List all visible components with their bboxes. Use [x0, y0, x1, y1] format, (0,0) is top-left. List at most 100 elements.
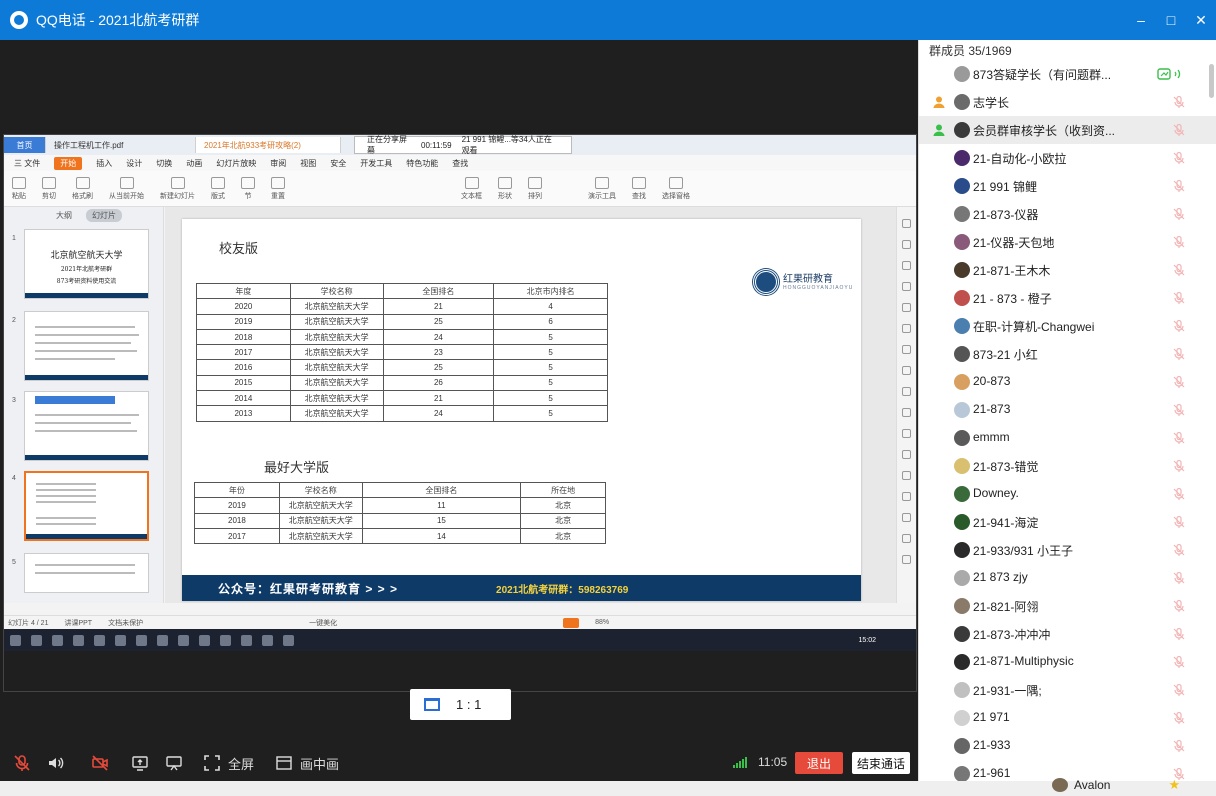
table-cell: 北京航空航天大学	[289, 405, 384, 422]
member-name: 873-21 小红	[973, 348, 1038, 362]
window-title: QQ电话 - 2021北航考研群	[36, 12, 200, 28]
fullscreen-button[interactable]: 全屏	[228, 754, 254, 773]
shared-screen: 首页 操作工程机工作.pdf 2021年北航933考研攻略(2) 正在分享屏幕 …	[3, 134, 917, 692]
member-row[interactable]: 志学长	[919, 88, 1216, 116]
member-row[interactable]: 20-873	[919, 368, 1216, 396]
minimize-button[interactable]: –	[1126, 0, 1156, 40]
thumb-line: 873考研资料使用交流	[56, 278, 117, 285]
member-row[interactable]: 21-仪器-天包地	[919, 228, 1216, 256]
table-row: 2018 北京航空航天大学 24 5	[196, 328, 608, 346]
table-cell: 北京航空航天大学	[289, 374, 384, 392]
mic-muted-icon	[1172, 487, 1186, 501]
member-name: 21-自动化-小欧拉	[973, 152, 1067, 166]
mic-muted-icon	[1172, 683, 1186, 697]
remote-clock: 15:02	[858, 636, 876, 644]
mic-muted-icon	[1172, 515, 1186, 529]
member-row[interactable]: 21-自动化-小欧拉	[919, 144, 1216, 172]
avatar	[954, 262, 970, 278]
member-row[interactable]: 873-21 小红	[919, 340, 1216, 368]
wps-status-bar: 幻灯片 4 / 21 讲课PPT 文档未保护 一键美化 88%	[4, 615, 916, 629]
member-row[interactable]: 21-873-仪器	[919, 200, 1216, 228]
chrome-icon	[241, 634, 252, 646]
member-row[interactable]: 21-821-阿翎	[919, 592, 1216, 620]
member-row[interactable]: 21-933	[919, 732, 1216, 760]
member-row[interactable]: 21 - 873 - 橙子	[919, 284, 1216, 312]
member-row[interactable]: 会员群审核学长（收到资...	[919, 116, 1216, 144]
title-bar: QQ电话 - 2021北航考研群 – □ ✕	[0, 0, 1216, 40]
mic-muted-icon[interactable]	[12, 753, 32, 773]
member-name: 会员群审核学长（收到资...	[973, 124, 1116, 138]
picture-in-picture-button[interactable]: 画中画	[300, 754, 339, 773]
member-row[interactable]: emmm	[919, 424, 1216, 452]
mic-muted-icon	[1172, 263, 1186, 277]
fullscreen-icon[interactable]	[202, 753, 222, 773]
avatar	[954, 626, 970, 642]
member-row[interactable]: 21-873	[919, 396, 1216, 424]
mic-muted-icon	[1172, 291, 1186, 305]
member-name: 21-873-仪器	[973, 208, 1039, 222]
slide-thumbnails: 大纲 幻灯片 1 北京航空航天大学 2021年北航考研群 873考研资料使用交流…	[4, 207, 164, 684]
avatar	[954, 766, 970, 781]
screen-ratio-icon	[424, 698, 440, 711]
member-row[interactable]: 在职-计算机-Changwei	[919, 312, 1216, 340]
member-name: 21-821-阿翎	[973, 600, 1039, 614]
end-call-button[interactable]: 结束通话	[852, 752, 910, 774]
brand-seal-icon	[753, 269, 779, 295]
star-icon: ★	[1168, 777, 1181, 792]
member-row[interactable]: 21-873-错觉	[919, 452, 1216, 480]
mic-muted-icon	[1172, 459, 1186, 473]
whiteboard-icon[interactable]	[164, 753, 184, 773]
member-row[interactable]: 21 971	[919, 704, 1216, 732]
close-button[interactable]: ✕	[1186, 0, 1216, 40]
wps-tab-pdf: 操作工程机工作.pdf	[46, 137, 196, 153]
table-cell: 2017	[194, 527, 280, 545]
table-header-cell: 全国排名	[361, 481, 522, 499]
current-user: Avalon ★	[1052, 777, 1180, 793]
screen-share-icon[interactable]	[130, 753, 150, 773]
member-row[interactable]: 21 873 zjy	[919, 564, 1216, 592]
mic-muted-icon	[1172, 207, 1186, 221]
share-label: 正在分享屏幕	[367, 135, 407, 155]
camera-off-icon[interactable]	[90, 753, 110, 773]
member-name: 21-933	[973, 738, 1011, 752]
exit-button[interactable]: 退出	[795, 752, 843, 774]
ranking-table-alumni: 年度 学校名称 全国排名 北京市内排名 2020 北京航空航天大学 21 4 2019 北京航空…	[196, 282, 608, 422]
brand-logo: 红果研教育 HONGGUOYANJIAOYU	[753, 269, 853, 295]
member-row[interactable]: 873答疑学长（有问题群...	[919, 60, 1216, 88]
table-cell: 2016	[196, 359, 291, 376]
aspect-ratio-label: 1 : 1	[456, 697, 482, 712]
table-row: 2014 北京航空航天大学 21 5	[196, 390, 608, 407]
table-cell: 15	[361, 512, 522, 529]
menu-start: 开始	[54, 156, 83, 170]
table-row: 2017 北京航空航天大学 23 5	[196, 344, 608, 361]
table-header-cell: 所在地	[520, 481, 606, 499]
menu-search: 查找	[452, 158, 469, 168]
table-cell: 5	[493, 344, 608, 361]
aspect-ratio-button[interactable]: 1 : 1	[410, 689, 511, 720]
call-timer: 11:05	[758, 755, 788, 769]
picture-in-picture-icon[interactable]	[274, 753, 294, 773]
member-row[interactable]: 21 991 锦鲤	[919, 172, 1216, 200]
member-row[interactable]: 21-941-海淀	[919, 508, 1216, 536]
member-row[interactable]: 21-931-一隅;	[919, 676, 1216, 704]
member-scrollbar[interactable]	[1209, 64, 1214, 98]
menu-file: 三 文件	[14, 158, 41, 168]
table-cell: 北京	[520, 497, 606, 514]
edge-icon	[136, 634, 147, 646]
table-cell: 2019	[194, 497, 280, 514]
member-row[interactable]: 21-873-冲冲冲	[919, 620, 1216, 648]
table-header-cell: 全国排名	[382, 282, 495, 300]
current-slide: 校友版 红果研教育 HONGGUOYANJIAOYU 年度 学校名称 全国排名 北京市…	[182, 219, 861, 601]
maximize-button[interactable]: □	[1156, 0, 1186, 40]
speaker-icon[interactable]	[46, 753, 66, 773]
member-row[interactable]: 21-871-王木木	[919, 256, 1216, 284]
member-row[interactable]: 21-933/931 小王子	[919, 536, 1216, 564]
app-icon	[94, 634, 105, 646]
table-cell: 2019	[196, 313, 291, 330]
table-cell: 5	[493, 359, 608, 376]
member-row[interactable]: 21-871-Multiphysic	[919, 648, 1216, 676]
pdf-icon	[262, 634, 273, 646]
avatar	[954, 430, 970, 446]
member-row[interactable]: Downey.	[919, 480, 1216, 508]
member-name: 21-仪器-天包地	[973, 236, 1055, 250]
